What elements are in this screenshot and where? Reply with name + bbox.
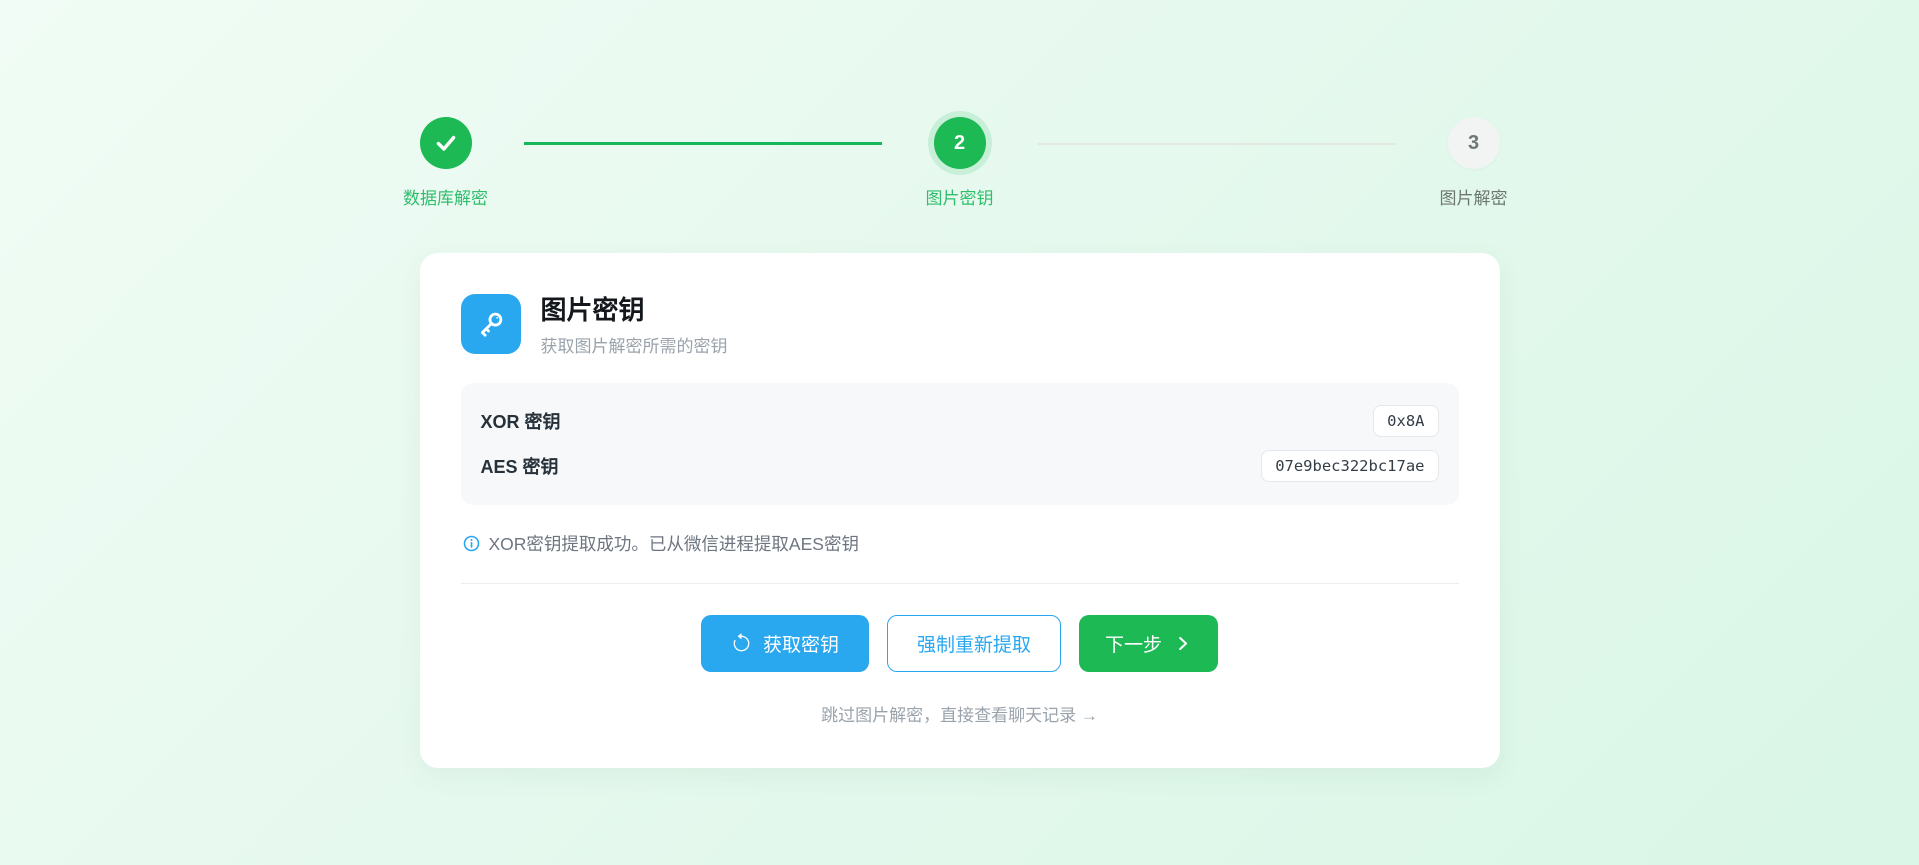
fetch-key-label: 获取密钥: [763, 630, 839, 657]
divider: [461, 583, 1459, 584]
force-reextract-label: 强制重新提取: [917, 630, 1031, 657]
fetch-key-button[interactable]: 获取密钥: [701, 615, 869, 672]
refresh-icon: [731, 633, 752, 654]
card-title: 图片密钥: [541, 296, 728, 326]
info-icon: [463, 535, 480, 552]
aes-key-label: AES 密钥: [481, 453, 559, 479]
status-row: XOR密钥提取成功。已从微信进程提取AES密钥: [461, 531, 1459, 556]
check-icon: [433, 130, 459, 156]
chevron-right-icon: [1173, 634, 1192, 653]
skip-row: 跳过图片解密，直接查看聊天记录 →: [461, 701, 1459, 726]
key-panel: XOR 密钥 0x8A AES 密钥 07e9bec322bc17ae: [461, 383, 1459, 505]
wizard-stepper: 数据库解密 2 图片密钥 3 图片解密: [398, 0, 1522, 209]
aes-key-value: 07e9bec322bc17ae: [1261, 450, 1438, 482]
step-database-decrypt: 数据库解密: [398, 117, 494, 209]
step3-label: 图片解密: [1440, 184, 1508, 209]
image-key-card: 图片密钥 获取图片解密所需的密钥 XOR 密钥 0x8A AES 密钥 07e9…: [420, 253, 1500, 768]
xor-key-label: XOR 密钥: [481, 408, 561, 434]
next-step-label: 下一步: [1105, 630, 1162, 657]
status-text: XOR密钥提取成功。已从微信进程提取AES密钥: [489, 531, 859, 556]
step1-check-circle: [420, 117, 472, 169]
step-image-decrypt: 3 图片解密: [1426, 117, 1522, 209]
header-text: 图片密钥 获取图片解密所需的密钥: [541, 294, 728, 357]
action-buttons: 获取密钥 强制重新提取 下一步: [461, 615, 1459, 672]
step1-label: 数据库解密: [403, 184, 488, 209]
xor-key-value: 0x8A: [1373, 405, 1438, 437]
key-icon: [461, 294, 521, 354]
card-header: 图片密钥 获取图片解密所需的密钥: [461, 294, 1459, 357]
card-subtitle: 获取图片解密所需的密钥: [541, 332, 728, 357]
connector-pending: [1038, 143, 1396, 145]
xor-key-row: XOR 密钥 0x8A: [481, 399, 1439, 444]
step-image-key: 2 图片密钥: [912, 117, 1008, 209]
aes-key-row: AES 密钥 07e9bec322bc17ae: [481, 444, 1439, 489]
page-background: 数据库解密 2 图片密钥 3 图片解密: [0, 0, 1919, 865]
connector-completed: [524, 142, 882, 145]
step2-label: 图片密钥: [926, 184, 994, 209]
skip-image-decrypt-link[interactable]: 跳过图片解密，直接查看聊天记录 →: [821, 706, 1098, 725]
step3-number-circle: 3: [1448, 117, 1500, 169]
next-step-button[interactable]: 下一步: [1079, 615, 1218, 672]
force-reextract-button[interactable]: 强制重新提取: [887, 615, 1061, 672]
step2-number-circle: 2: [934, 117, 986, 169]
